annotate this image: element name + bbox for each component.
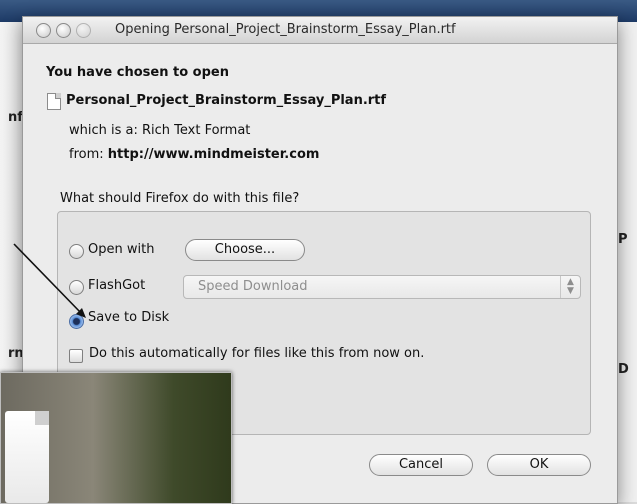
annotation-arrow bbox=[13, 243, 86, 318]
